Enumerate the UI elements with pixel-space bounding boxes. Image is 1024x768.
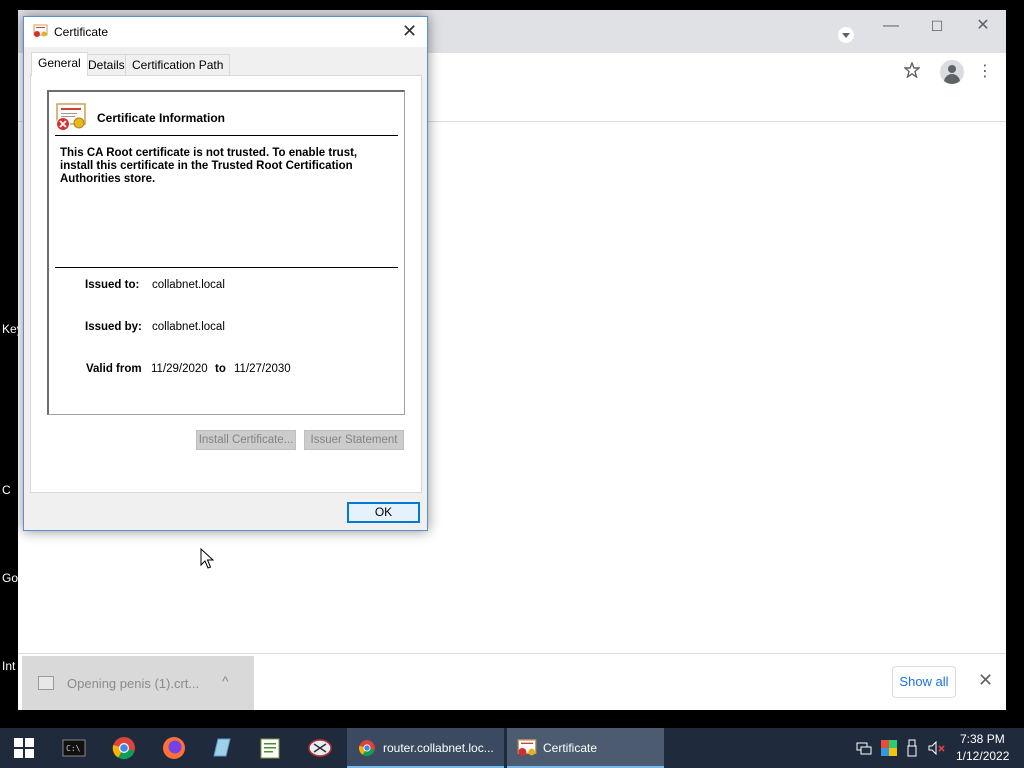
certificate-info-panel: Certificate Information This CA Root cer… (47, 90, 405, 415)
download-filename: Opening penis (1).crt... (67, 676, 200, 691)
windows-start-icon[interactable] (14, 738, 34, 758)
trust-message: This CA Root certificate is not trusted.… (60, 147, 358, 185)
certificate-icon (33, 24, 48, 37)
chevron-up-icon[interactable]: ^ (222, 673, 229, 689)
profile-head (948, 65, 956, 73)
issued-to-label: Issued to: (85, 279, 140, 291)
task-label: Certificate (543, 741, 598, 755)
issued-to-value: collabnet.local (152, 279, 225, 291)
info-heading: Certificate Information (97, 111, 226, 125)
issuer-statement-button[interactable]: Issuer Statement (304, 430, 404, 450)
clock-date[interactable]: 1/12/2022 (956, 749, 1009, 763)
divider (55, 267, 398, 268)
close-button[interactable]: ✕ (960, 16, 1006, 36)
certificate-dialog: Certificate ✕ General Details Certificat… (23, 16, 428, 531)
color-app-icon[interactable] (881, 740, 897, 756)
tab-search-icon[interactable] (838, 27, 854, 43)
desktop-icon-label[interactable]: Int (2, 659, 15, 673)
desktop-icon-label[interactable]: C (2, 483, 11, 497)
files-icon[interactable] (208, 734, 236, 762)
dialog-titlebar: Certificate ✕ (24, 17, 427, 47)
valid-to-label: to (215, 363, 226, 375)
close-icon[interactable]: ✕ (978, 670, 993, 691)
chrome-icon (358, 740, 375, 756)
volume-muted-icon[interactable] (928, 741, 946, 755)
issued-by-value: collabnet.local (152, 321, 225, 333)
chrome-icon[interactable] (110, 734, 138, 762)
svg-text:C:\: C:\ (66, 744, 81, 753)
close-icon[interactable]: ✕ (402, 21, 417, 42)
valid-to-value: 11/27/2030 (234, 363, 291, 375)
certificate-error-icon (56, 103, 86, 131)
tab-certification-path[interactable]: Certification Path (125, 54, 231, 75)
file-icon (38, 676, 54, 690)
divider (55, 135, 398, 136)
firefox-icon[interactable] (160, 734, 188, 762)
taskbar-task-chrome[interactable]: router.collabnet.loc... (347, 728, 504, 768)
maximize-button[interactable]: ☐ (914, 16, 960, 36)
profile-body (944, 74, 960, 84)
download-shelf: Opening penis (1).crt... ^ Show all ✕ (18, 653, 1006, 710)
show-all-button[interactable]: Show all (892, 666, 956, 698)
valid-from-label: Valid from (86, 363, 142, 375)
menu-icon[interactable]: ⋮ (973, 62, 997, 82)
snipping-tool-icon[interactable] (306, 734, 334, 762)
taskbar-task-certificate[interactable]: Certificate (507, 728, 664, 768)
dialog-title: Certificate (54, 25, 109, 39)
star-icon[interactable] (900, 61, 924, 82)
certificate-icon (517, 739, 537, 756)
desktop-icon-label[interactable]: Go (2, 571, 18, 585)
clock-time[interactable]: 7:38 PM (960, 732, 1005, 746)
ok-button[interactable]: OK (347, 502, 420, 523)
minimize-button[interactable]: — (868, 16, 914, 36)
taskbar: C:\ router.collabnet.loc... Certificate … (0, 728, 1024, 768)
tab-general[interactable]: General (31, 52, 88, 76)
valid-from-value: 11/29/2020 (151, 363, 208, 375)
profile-icon[interactable] (940, 60, 964, 84)
install-certificate-button[interactable]: Install Certificate... (196, 430, 296, 450)
task-label: router.collabnet.loc... (383, 741, 494, 755)
download-item[interactable]: Opening penis (1).crt... ^ (22, 656, 254, 710)
general-tab-page: Certificate Information This CA Root cer… (30, 75, 422, 493)
terminal-icon[interactable]: C:\ (60, 734, 88, 762)
notepad-icon[interactable] (256, 734, 284, 762)
issued-by-label: Issued by: (85, 321, 142, 333)
usb-icon[interactable] (906, 739, 918, 757)
mouse-cursor-icon (200, 548, 214, 569)
network-icon[interactable] (856, 741, 872, 755)
